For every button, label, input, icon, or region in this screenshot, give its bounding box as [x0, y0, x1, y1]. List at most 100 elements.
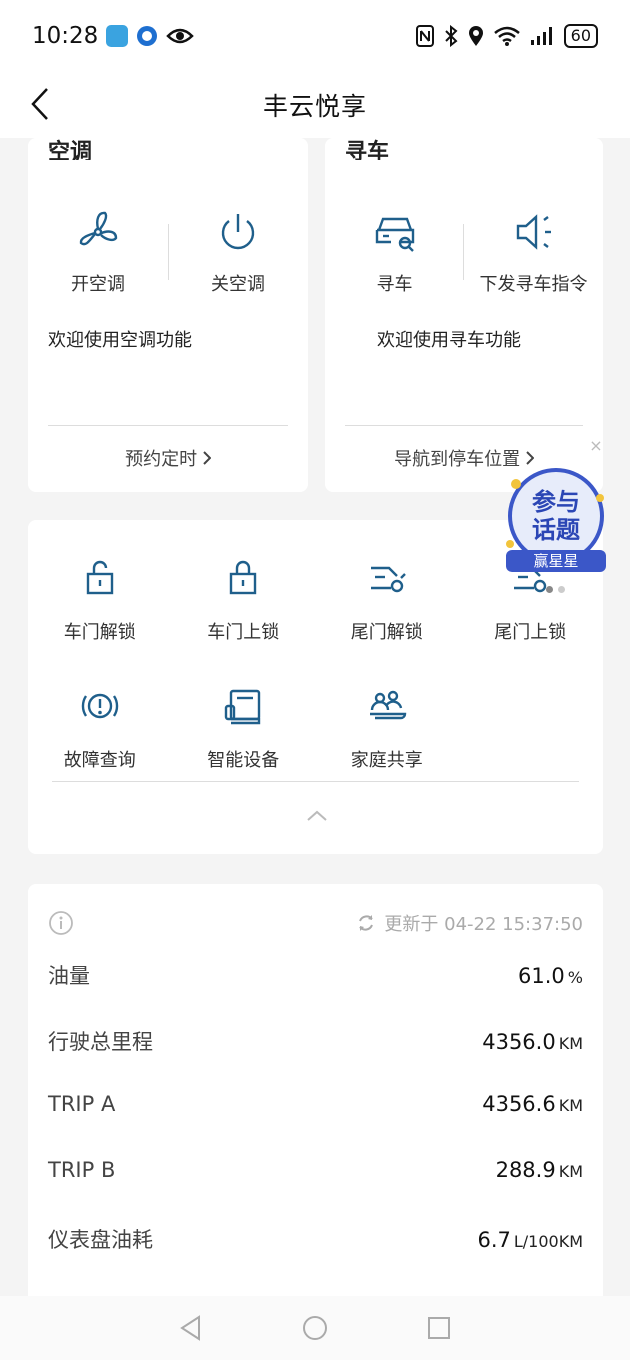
- door-lock-button[interactable]: 车门上锁: [172, 556, 316, 684]
- unlock-icon: [86, 560, 113, 595]
- star-icon: [506, 540, 514, 548]
- home-circle-icon[interactable]: [301, 1314, 329, 1342]
- trip-b-label: TRIP B: [48, 1158, 116, 1182]
- car-search-icon: [375, 217, 414, 252]
- door-unlock-label: 车门解锁: [63, 622, 136, 643]
- trip-a-unit: KM: [558, 1096, 583, 1115]
- wifi-icon: [493, 26, 520, 46]
- badge-ribbon: 赢星星: [533, 553, 578, 570]
- updated-time: 更新于 04-22 15:37:50: [384, 914, 583, 935]
- star-icon: [511, 479, 521, 489]
- fuel-level-value: 61.0: [518, 964, 565, 988]
- eye-icon: [166, 28, 195, 44]
- find-car-card: 寻车 寻车 下发寻车指令 欢迎使用寻车功能 导航到停车位置: [325, 138, 603, 492]
- family-share-icon: [369, 690, 406, 720]
- page-indicator: [546, 586, 565, 593]
- divider: [463, 224, 464, 280]
- divider: [48, 425, 288, 426]
- tailgate-unlock-button[interactable]: 尾门解锁: [315, 556, 459, 684]
- fuel-level-unit: %: [567, 968, 583, 987]
- status-bar: 10:28 60: [0, 0, 630, 72]
- fault-query-label: 故障查询: [63, 750, 136, 771]
- controls-grid: 车门解锁 车门上锁 尾门解锁 尾门上锁 故障查询 智能设备 家庭共享: [28, 556, 603, 812]
- tailgate-unlock-label: 尾门解锁: [350, 622, 423, 643]
- trip-a-value: 4356.6: [482, 1092, 556, 1116]
- fault-query-button[interactable]: 故障查询: [28, 684, 172, 812]
- fan-icon: [79, 211, 118, 246]
- power-icon: [221, 214, 255, 250]
- schedule-timer-label: 预约定时: [125, 449, 198, 470]
- trip-a-row: TRIP A 4356.6 KM: [48, 1092, 583, 1116]
- ac-off-button[interactable]: 关空调: [168, 208, 308, 296]
- family-share-label: 家庭共享: [350, 750, 423, 771]
- smart-devices-button[interactable]: 智能设备: [172, 684, 316, 812]
- notification-app-icon: [106, 25, 129, 47]
- divider: [168, 224, 169, 280]
- ac-on-label: 开空调: [71, 274, 125, 295]
- chevron-left-icon: [31, 88, 48, 120]
- star-icon: [596, 494, 604, 502]
- warning-icon: [81, 693, 118, 719]
- status-time: 10:28: [32, 23, 99, 49]
- ac-description: 欢迎使用空调功能: [48, 330, 192, 351]
- smart-devices-label: 智能设备: [207, 750, 280, 771]
- nfc-icon: [415, 25, 434, 47]
- battery-indicator: 60: [563, 24, 598, 48]
- find-car-button[interactable]: 寻车: [325, 208, 464, 296]
- info-icon[interactable]: [48, 910, 74, 936]
- nav-bar: 丰云悦享: [0, 72, 630, 138]
- family-share-button[interactable]: 家庭共享: [315, 684, 459, 812]
- info-header: 更新于 04-22 15:37:50: [48, 908, 583, 938]
- page-title: 丰云悦享: [262, 92, 367, 121]
- total-mileage-value: 4356.0: [482, 1030, 556, 1054]
- find-car-description: 欢迎使用寻车功能: [377, 330, 521, 351]
- chevron-right-icon: [526, 451, 535, 465]
- bluetooth-icon: [444, 25, 458, 47]
- vehicle-info-card: 更新于 04-22 15:37:50 油量 61.0% 行驶总里程 4356.0…: [28, 884, 603, 1304]
- trip-b-value: 288.9: [495, 1158, 556, 1182]
- system-nav-bar: [0, 1296, 630, 1360]
- topic-badge[interactable]: 参与 话题 赢星星: [502, 466, 610, 578]
- total-mileage-unit: KM: [558, 1034, 583, 1053]
- ac-on-button[interactable]: 开空调: [28, 208, 168, 296]
- refresh-icon: [359, 915, 374, 931]
- fuel-consumption-row: 仪表盘油耗 6.7 L/100KM: [48, 1224, 583, 1254]
- fuel-level-label: 油量: [48, 964, 90, 988]
- trip-a-label: TRIP A: [48, 1092, 116, 1116]
- badge-close-icon[interactable]: ×: [585, 435, 607, 457]
- trip-b-row: TRIP B 288.9 KM: [48, 1158, 583, 1182]
- chevron-right-icon: [203, 451, 212, 465]
- door-unlock-button[interactable]: 车门解锁: [28, 556, 172, 684]
- send-find-command-label: 下发寻车指令: [479, 274, 588, 295]
- lock-icon: [230, 560, 257, 595]
- page-dot: [546, 586, 553, 593]
- send-find-command-button[interactable]: 下发寻车指令: [464, 208, 603, 296]
- ac-off-label: 关空调: [211, 274, 265, 295]
- ac-card: 空调 开空调 关空调 欢迎使用空调功能 预约定时: [28, 138, 308, 492]
- find-car-label: 寻车: [376, 274, 413, 295]
- badge-line2: 话题: [532, 517, 580, 544]
- total-mileage-label: 行驶总里程: [48, 1030, 153, 1054]
- notification-c-icon: [137, 26, 158, 46]
- find-car-card-title: 寻车: [345, 140, 390, 160]
- smart-device-icon: [225, 689, 261, 725]
- back-triangle-icon[interactable]: [177, 1314, 205, 1342]
- recents-square-icon[interactable]: [425, 1314, 453, 1342]
- fuel-consumption-label: 仪表盘油耗: [48, 1228, 153, 1252]
- total-mileage-row: 行驶总里程 4356.0 KM: [48, 1026, 583, 1056]
- status-left: 10:28: [32, 23, 195, 49]
- find-car-actions: 寻车 下发寻车指令: [325, 208, 603, 296]
- divider: [345, 425, 583, 426]
- speaker-icon: [516, 214, 551, 250]
- divider: [52, 781, 579, 782]
- back-button[interactable]: [20, 84, 60, 124]
- fuel-consumption-unit: L/100KM: [513, 1232, 583, 1251]
- refresh-button[interactable]: 更新于 04-22 15:37:50: [356, 910, 583, 936]
- schedule-timer-link[interactable]: 预约定时: [28, 445, 308, 471]
- tailgate-lock-label: 尾门上锁: [494, 622, 567, 643]
- trip-b-unit: KM: [558, 1162, 583, 1181]
- page-dot: [558, 586, 565, 593]
- door-lock-label: 车门上锁: [207, 622, 280, 643]
- fuel-level-row: 油量 61.0%: [48, 960, 583, 990]
- chevron-up-icon[interactable]: [304, 806, 330, 826]
